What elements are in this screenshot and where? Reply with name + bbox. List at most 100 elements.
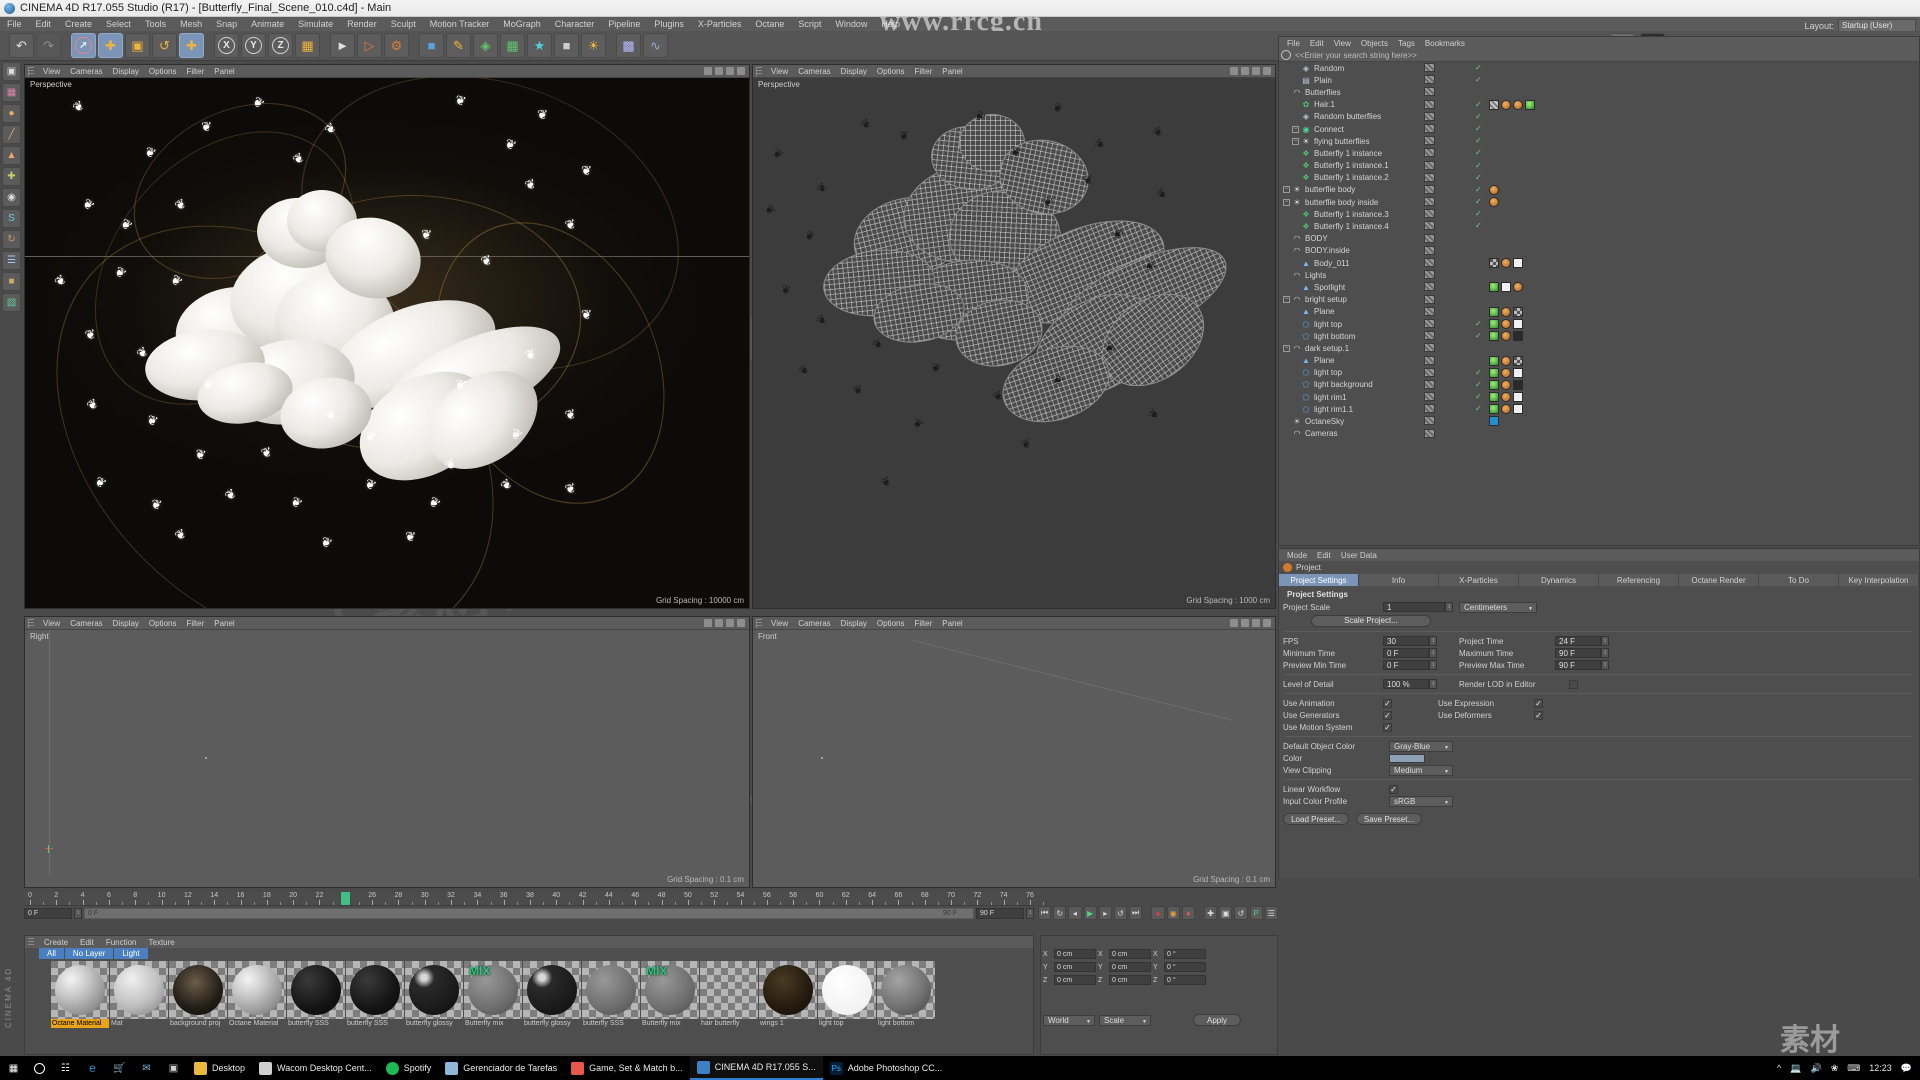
viewport-menu-view[interactable]: View (766, 67, 793, 76)
om-menu-objects[interactable]: Objects (1356, 39, 1393, 48)
row-minimum-time[interactable]: Minimum Time 0 F ↕ Maximum Time 90 F ↕ (1283, 647, 1915, 659)
material-name-label[interactable]: butterfly glossy (523, 1019, 581, 1028)
material-manager[interactable]: Create Edit Function Texture All No Layer Lig… (24, 935, 1034, 1055)
attribute-object-row[interactable]: Project (1279, 561, 1919, 574)
coord-row[interactable]: Z0 cm Z 0 cm Z 0 ° (1043, 974, 1275, 986)
timeline-playhead[interactable] (340, 892, 350, 905)
move-tool-icon[interactable]: ✚ (98, 33, 123, 58)
tag-orange-icon[interactable] (1501, 99, 1511, 110)
row-fps[interactable]: FPS 30 ↕ Project Time 24 F ↕ (1283, 635, 1915, 647)
viewport-perspective-render[interactable]: View Cameras Display Options Filter Pane… (24, 64, 750, 609)
viewport-menu-options[interactable]: Options (144, 619, 182, 628)
material-name-label[interactable]: Mat (110, 1019, 168, 1028)
object-name-label[interactable]: Random (1314, 64, 1344, 73)
panel-grip-icon[interactable] (28, 66, 34, 76)
row-linear-workflow[interactable]: Linear Workflow ✓ (1283, 783, 1915, 795)
material-name-label[interactable]: Octane Material (51, 1019, 109, 1028)
visibility-dots[interactable] (1424, 221, 1435, 231)
om-menu-file[interactable]: File (1282, 39, 1305, 48)
object-tree-item[interactable]: − ◠ bright setup (1279, 294, 1919, 306)
object-manager-menu[interactable]: File Edit View Objects Tags Bookmarks (1279, 37, 1919, 49)
coord-row[interactable]: X0 cm X 0 cm X 0 ° (1043, 948, 1275, 960)
material-cell[interactable]: butterfly SSS (346, 961, 404, 1028)
tag-white-icon[interactable] (1501, 282, 1511, 293)
timeline-fields[interactable]: 0 F ↕ 0 F 90 F 90 F ↕ (24, 906, 1034, 919)
panel-grip-icon[interactable] (28, 618, 34, 628)
material-cell[interactable]: butterfly glossy (405, 961, 463, 1028)
am-menu-mode[interactable]: Mode (1282, 551, 1312, 560)
attr-tab-referencing[interactable]: Referencing (1599, 574, 1679, 586)
visibility-dots[interactable] (1424, 197, 1435, 207)
object-enabled-check[interactable]: ✓ (1475, 221, 1482, 230)
tag-orange-icon[interactable] (1489, 197, 1499, 208)
coordinate-manager[interactable]: X0 cm X 0 cm X 0 ° Y 0 cm Y 0 cm Y 0 ° Z 0 cm Z 0 cm Z 0… (1040, 935, 1278, 1055)
visibility-dots[interactable] (1424, 160, 1435, 170)
lod-input[interactable]: 100 % (1383, 679, 1429, 689)
timeline-track[interactable]: 0 F 90 F (84, 907, 974, 919)
object-enabled-check[interactable]: ✓ (1475, 368, 1482, 377)
object-tree-item[interactable]: ◠ BODY.inside (1279, 245, 1919, 257)
object-enabled-check[interactable]: ✓ (1475, 380, 1482, 389)
material-name-label[interactable]: Butterfly mix (641, 1019, 699, 1028)
show-hidden-icons[interactable]: ^ (1777, 1063, 1781, 1073)
viewport-front[interactable]: View Cameras Display Options Filter Pane… (752, 616, 1276, 888)
object-tree-item[interactable]: − ◉ Connect ✓ (1279, 123, 1919, 135)
om-menu-tags[interactable]: Tags (1393, 39, 1420, 48)
key-position-icon[interactable]: ✚ (1204, 906, 1218, 920)
go-to-end-icon[interactable]: ⏭ (1129, 906, 1143, 920)
menu-item-mesh[interactable]: Mesh (173, 17, 209, 31)
menu-item-simulate[interactable]: Simulate (291, 17, 340, 31)
play-icon[interactable]: ▶ (1083, 906, 1097, 920)
project-scale-input[interactable]: 1 (1383, 602, 1445, 612)
taskbar-app[interactable]: Ps Adobe Photoshop CC... (823, 1056, 950, 1080)
object-tree-item[interactable]: ◈ Random butterflies ✓ (1279, 111, 1919, 123)
material-name-label[interactable]: light bottom (877, 1019, 935, 1028)
axis-y-icon[interactable]: Y (241, 33, 266, 58)
object-tree-item[interactable]: ⬠ light bottom ✓ (1279, 330, 1919, 342)
object-enabled-check[interactable]: ✓ (1475, 75, 1482, 84)
tree-expand-toggle[interactable]: − (1283, 186, 1290, 194)
visibility-dots[interactable] (1424, 404, 1435, 414)
object-enabled-check[interactable]: ✓ (1475, 319, 1482, 328)
autokey-icon[interactable]: ◉ (1166, 906, 1180, 920)
coord-row[interactable]: Y0 cm Y 0 cm Y 0 ° (1043, 961, 1275, 973)
object-name-label[interactable]: butterflie body inside (1305, 198, 1378, 207)
object-tags[interactable] (1489, 367, 1523, 378)
object-tree-item[interactable]: ⬠ light background ✓ (1279, 379, 1919, 391)
object-name-label[interactable]: light top (1314, 368, 1342, 377)
object-name-label[interactable]: light background (1314, 380, 1373, 389)
object-tags[interactable] (1489, 416, 1499, 427)
clock[interactable]: 12:23 (1869, 1063, 1892, 1073)
visibility-dots[interactable] (1424, 136, 1435, 146)
om-menu-edit[interactable]: Edit (1305, 39, 1329, 48)
row-presets[interactable]: Load Preset... Save Preset... (1283, 811, 1915, 827)
min-time-spinner[interactable]: ↕ (1429, 648, 1437, 658)
material-preview[interactable]: MIX (641, 961, 699, 1019)
object-name-label[interactable]: dark setup.1 (1305, 344, 1349, 353)
object-tree-item[interactable]: ✿ Hair.1 ✓ (1279, 99, 1919, 111)
material-preview[interactable] (51, 961, 109, 1019)
material-preview[interactable] (405, 961, 463, 1019)
view-clipping-dropdown[interactable]: Medium (1389, 764, 1453, 777)
object-enabled-check[interactable]: ✓ (1475, 404, 1482, 413)
visibility-dots[interactable] (1424, 355, 1435, 365)
preview-min-input[interactable]: 0 F (1383, 660, 1429, 670)
viewport-canvas[interactable] (753, 630, 1275, 887)
attr-tab-info[interactable]: Info (1359, 574, 1439, 586)
taskbar-app[interactable]: Wacom Desktop Cent... (252, 1056, 379, 1080)
visibility-dots[interactable] (1424, 367, 1435, 377)
object-name-label[interactable]: Butterflies (1305, 88, 1341, 97)
viewport-menu-cameras[interactable]: Cameras (793, 67, 835, 76)
project-scale-spinner[interactable]: ↕ (1445, 602, 1453, 612)
material-preview[interactable] (110, 961, 168, 1019)
material-name-label[interactable]: hair butterfly (700, 1019, 758, 1028)
row-view-clipping[interactable]: View Clipping Medium (1283, 764, 1915, 777)
key-rotation-icon[interactable]: ↺ (1234, 906, 1248, 920)
material-cell[interactable]: butterfly glossy (523, 961, 581, 1028)
material-cell[interactable]: light bottom (877, 961, 935, 1028)
tag-orange-icon[interactable] (1489, 184, 1499, 195)
object-name-label[interactable]: light top (1314, 320, 1342, 329)
tool-snap-icon[interactable]: S (2, 209, 21, 228)
visibility-dots[interactable] (1424, 331, 1435, 341)
coord-footer[interactable]: World Scale Apply (1043, 1014, 1275, 1027)
